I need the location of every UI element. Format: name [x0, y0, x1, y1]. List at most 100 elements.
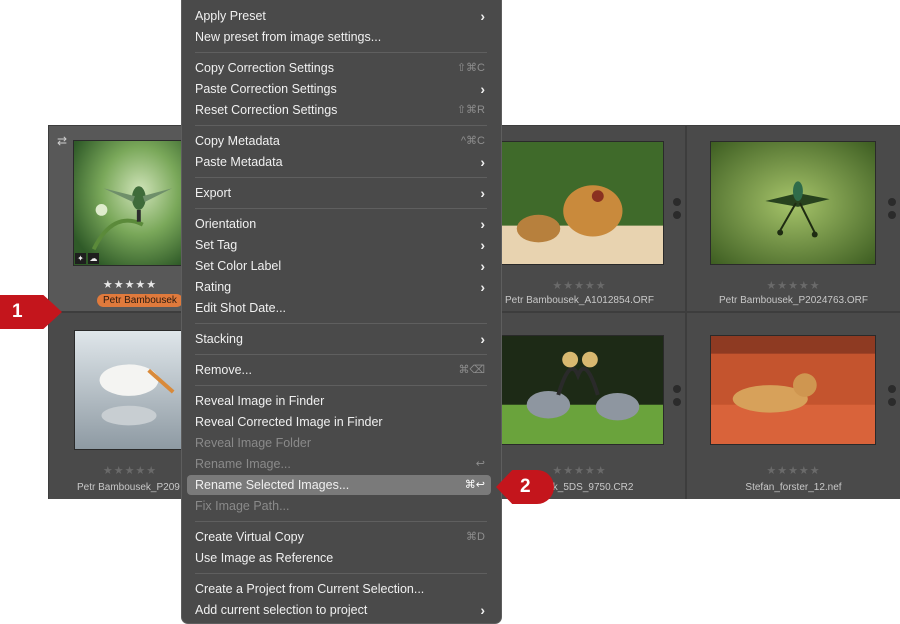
- chevron-right-icon: ›: [480, 81, 485, 97]
- cell-handle[interactable]: [888, 385, 896, 411]
- adjustment-icon: ✦: [75, 253, 86, 264]
- menu-item-label: Copy Correction Settings: [195, 61, 334, 75]
- menu-item-set-tag[interactable]: Set Tag ›: [187, 235, 491, 255]
- cell-handle[interactable]: [673, 385, 681, 411]
- menu-item-paste-metadata[interactable]: Paste Metadata ›: [187, 152, 491, 172]
- menu-item-label: Reveal Corrected Image in Finder: [195, 415, 383, 429]
- menu-item-label: Paste Metadata: [195, 155, 283, 169]
- menu-item-label: Set Tag: [195, 238, 238, 252]
- menu-item-label: Rename Selected Images...: [195, 478, 350, 492]
- menu-item-apply-preset[interactable]: Apply Preset ›: [187, 6, 491, 26]
- menu-item-set-color-label[interactable]: Set Color Label ›: [187, 256, 491, 276]
- shortcut-label: ⇧⌘R: [456, 104, 485, 116]
- menu-item-label: Apply Preset: [195, 9, 266, 23]
- filename-color-label: Petr Bambousek: [97, 294, 183, 307]
- chevron-right-icon: ›: [480, 216, 485, 232]
- menu-item-label: Add current selection to project: [195, 603, 368, 617]
- menu-item-reveal-corrected[interactable]: Reveal Corrected Image in Finder: [187, 412, 491, 432]
- menu-item-edit-shot-date[interactable]: Edit Shot Date...: [187, 298, 491, 318]
- menu-item-reveal-in-finder[interactable]: Reveal Image in Finder: [187, 391, 491, 411]
- shortcut-label: ⇧⌘C: [456, 62, 485, 74]
- shortcut-label: ⌘D: [466, 531, 485, 543]
- menu-item-label: Export: [195, 186, 232, 200]
- thumbnail-image[interactable]: ✦ ☁: [73, 140, 185, 266]
- menu-separator: [195, 354, 487, 355]
- menu-item-new-preset[interactable]: New preset from image settings...: [187, 27, 491, 47]
- menu-item-paste-correction[interactable]: Paste Correction Settings ›: [187, 79, 491, 99]
- menu-item-rating[interactable]: Rating ›: [187, 277, 491, 297]
- menu-item-label: Fix Image Path...: [195, 499, 290, 513]
- thumbnail-image[interactable]: [74, 330, 184, 450]
- menu-item-label: New preset from image settings...: [195, 30, 382, 44]
- menu-item-label: Create Virtual Copy: [195, 530, 304, 544]
- menu-item-label: Reveal Image in Finder: [195, 394, 325, 408]
- rating-stars[interactable]: ★★★★★: [474, 464, 685, 477]
- chevron-right-icon: ›: [480, 602, 485, 618]
- menu-item-copy-correction[interactable]: Copy Correction Settings ⇧⌘C: [187, 58, 491, 78]
- menu-separator: [195, 573, 487, 574]
- menu-separator: [195, 208, 487, 209]
- menu-separator: [195, 323, 487, 324]
- menu-item-label: Orientation: [195, 217, 257, 231]
- menu-item-copy-metadata[interactable]: Copy Metadata ^⌘C: [187, 131, 491, 151]
- sync-icon: ⇄: [57, 134, 68, 148]
- menu-item-label: Stacking: [195, 332, 243, 346]
- menu-item-label: Set Color Label: [195, 259, 282, 273]
- menu-separator: [195, 125, 487, 126]
- menu-item-label: Rating: [195, 280, 232, 294]
- shortcut-label: ⌘⌫: [458, 364, 485, 376]
- menu-item-orientation[interactable]: Orientation ›: [187, 214, 491, 234]
- chevron-right-icon: ›: [480, 279, 485, 295]
- menu-item-label: Edit Shot Date...: [195, 301, 287, 315]
- thumbnail-image[interactable]: [710, 141, 876, 265]
- menu-item-fix-image-path: Fix Image Path...: [187, 496, 491, 516]
- rating-stars[interactable]: ★★★★★: [474, 279, 685, 292]
- menu-item-label: Rename Image...: [195, 457, 291, 471]
- rating-stars[interactable]: ★★★★★: [687, 279, 900, 292]
- thumbnail-cell[interactable]: ★★★★★ bousek_5DS_9750.CR2: [474, 313, 685, 499]
- thumbnail-cell[interactable]: ★★★★★ Petr Bambousek_A1012854.ORF: [474, 126, 685, 311]
- menu-item-reveal-folder: Reveal Image Folder: [187, 433, 491, 453]
- menu-item-rename-image: Rename Image... ↩: [187, 454, 491, 474]
- rating-stars[interactable]: ★★★★★: [687, 464, 900, 477]
- thumbnail-cell[interactable]: ★★★★★ Stefan_forster_12.nef: [687, 313, 900, 499]
- shortcut-label: ⌘↩: [464, 479, 485, 491]
- menu-item-create-virtual-copy[interactable]: Create Virtual Copy ⌘D: [187, 527, 491, 547]
- thumbnail-cell[interactable]: ★★★★★ Petr Bambousek_P2024763.ORF: [687, 126, 900, 311]
- menu-item-label: Reveal Image Folder: [195, 436, 312, 450]
- filename: Petr Bambousek_A1012854.ORF: [505, 295, 654, 306]
- menu-item-label: Remove...: [195, 363, 252, 377]
- context-menu: Apply Preset › New preset from image sett…: [181, 0, 502, 624]
- menu-separator: [195, 177, 487, 178]
- chevron-right-icon: ›: [480, 154, 485, 170]
- menu-item-stacking[interactable]: Stacking ›: [187, 329, 491, 349]
- menu-item-label: Copy Metadata: [195, 134, 280, 148]
- menu-item-use-as-reference[interactable]: Use Image as Reference: [187, 548, 491, 568]
- menu-item-add-to-project[interactable]: Add current selection to project ›: [187, 600, 491, 620]
- chevron-right-icon: ›: [480, 237, 485, 253]
- return-icon: ↩: [475, 458, 485, 470]
- chevron-right-icon: ›: [480, 331, 485, 347]
- thumbnail-image[interactable]: [498, 141, 664, 265]
- cell-handle[interactable]: [673, 198, 681, 224]
- menu-item-label: Use Image as Reference: [195, 551, 334, 565]
- filename: Stefan_forster_12.nef: [745, 482, 842, 493]
- thumbnail-image[interactable]: [498, 335, 664, 445]
- menu-item-label: Reset Correction Settings: [195, 103, 338, 117]
- menu-item-remove[interactable]: Remove... ⌘⌫: [187, 360, 491, 380]
- menu-item-label: Create a Project from Current Selection.…: [195, 582, 425, 596]
- chevron-right-icon: ›: [480, 8, 485, 24]
- menu-separator: [195, 52, 487, 53]
- chevron-right-icon: ›: [480, 185, 485, 201]
- menu-item-rename-selected[interactable]: Rename Selected Images... ⌘↩: [187, 475, 491, 495]
- shortcut-label: ^⌘C: [460, 135, 485, 147]
- menu-separator: [195, 385, 487, 386]
- menu-item-reset-correction[interactable]: Reset Correction Settings ⇧⌘R: [187, 100, 491, 120]
- menu-item-label: Paste Correction Settings: [195, 82, 337, 96]
- menu-item-export[interactable]: Export ›: [187, 183, 491, 203]
- filename: Petr Bambousek_P2024763.ORF: [719, 295, 868, 306]
- menu-item-create-project[interactable]: Create a Project from Current Selection.…: [187, 579, 491, 599]
- cell-handle[interactable]: [888, 198, 896, 224]
- chevron-right-icon: ›: [480, 258, 485, 274]
- thumbnail-image[interactable]: [710, 335, 876, 445]
